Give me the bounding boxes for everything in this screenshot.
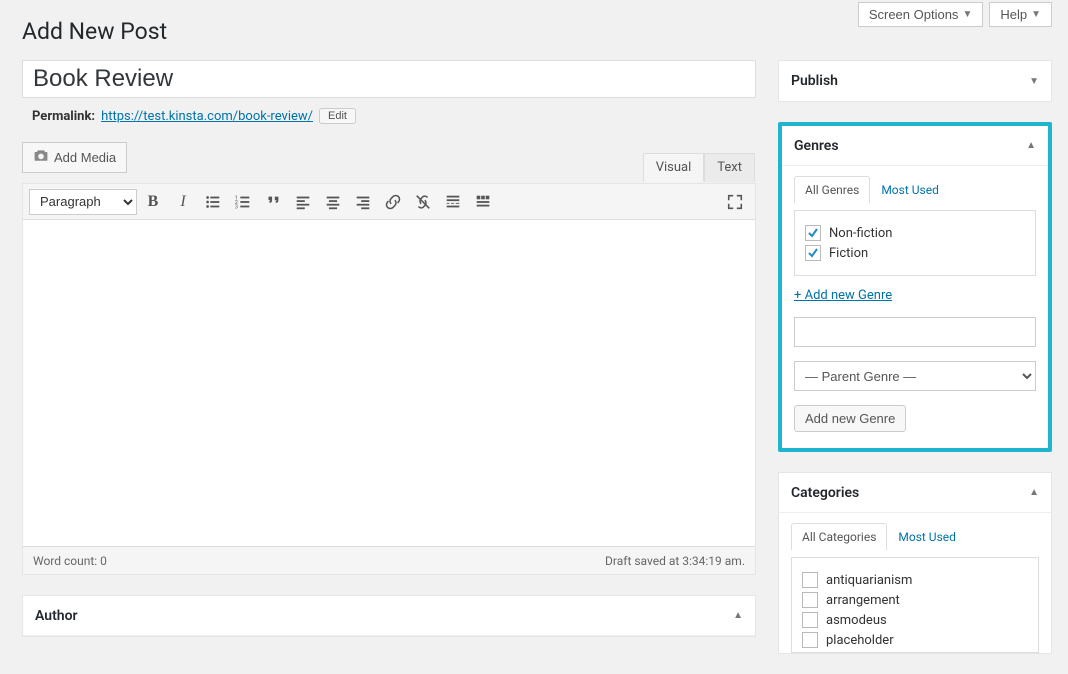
screen-options-label: Screen Options [869, 7, 959, 22]
post-title-input[interactable] [22, 60, 756, 98]
new-genre-input[interactable] [794, 317, 1036, 347]
draft-saved: Draft saved at 3:34:19 am. [605, 554, 745, 568]
permalink-url[interactable]: https://test.kinsta.com/book-review/ [101, 109, 313, 124]
link-button[interactable] [379, 188, 407, 216]
checkbox-empty-icon[interactable] [802, 632, 818, 648]
help-label: Help [1000, 7, 1027, 22]
svg-text:3: 3 [235, 204, 238, 210]
category-item[interactable]: antiquarianism [802, 572, 1028, 588]
screen-options-button[interactable]: Screen Options ▼ [858, 2, 984, 27]
category-label: placeholder [826, 653, 894, 654]
checkbox-empty-icon[interactable] [802, 592, 818, 608]
category-label: placeholder [826, 633, 894, 648]
align-center-button[interactable] [319, 188, 347, 216]
category-label: arrangement [826, 593, 900, 608]
category-item[interactable]: placeholder [802, 632, 1028, 648]
page-title: Add New Post [22, 18, 167, 45]
align-right-button[interactable] [349, 188, 377, 216]
add-media-button[interactable]: Add Media [22, 142, 127, 173]
parent-genre-select[interactable]: — Parent Genre — [794, 361, 1036, 391]
bold-button[interactable]: B [139, 188, 167, 216]
genres-postbox: Genres ▲ All Genres Most Used Non-fictio… [778, 122, 1052, 452]
categories-postbox: Categories ▲ All Categories Most Used an… [778, 472, 1052, 654]
tab-all-categories[interactable]: All Categories [791, 523, 887, 550]
checkbox-empty-icon[interactable] [802, 652, 818, 653]
editor-wrap: Visual Text Paragraph B I 123 [22, 183, 756, 575]
checkbox-empty-icon[interactable] [802, 572, 818, 588]
chevron-down-icon: ▼ [962, 9, 972, 20]
genre-item[interactable]: Non-fiction [805, 225, 1025, 241]
chevron-up-icon[interactable]: ▲ [733, 610, 743, 621]
checkbox-checked-icon[interactable] [805, 225, 821, 241]
category-label: asmodeus [826, 613, 887, 628]
add-new-genre-link[interactable]: + Add new Genre [794, 288, 892, 303]
fullscreen-button[interactable] [721, 188, 749, 216]
genre-label: Non-fiction [829, 226, 892, 241]
read-more-button[interactable] [439, 188, 467, 216]
tab-visual[interactable]: Visual [643, 153, 705, 182]
author-box-title: Author [35, 608, 78, 624]
toolbar-toggle-button[interactable] [469, 188, 497, 216]
edit-permalink-button[interactable]: Edit [319, 108, 356, 124]
chevron-up-icon[interactable]: ▲ [1026, 140, 1036, 151]
tab-most-used-categories[interactable]: Most Used [887, 523, 967, 550]
permalink-row: Permalink: https://test.kinsta.com/book-… [22, 108, 756, 124]
chevron-down-icon: ▼ [1031, 9, 1041, 20]
chevron-up-icon[interactable]: ▲ [1029, 487, 1039, 498]
category-item[interactable]: arrangement [802, 592, 1028, 608]
tab-text[interactable]: Text [704, 153, 755, 182]
tab-most-used-genres[interactable]: Most Used [870, 176, 950, 203]
italic-button[interactable]: I [169, 188, 197, 216]
genre-item[interactable]: Fiction [805, 245, 1025, 261]
word-count: Word count: 0 [33, 554, 107, 568]
add-media-label: Add Media [54, 150, 116, 165]
chevron-down-icon[interactable]: ▼ [1029, 76, 1039, 87]
add-new-genre-button[interactable]: Add new Genre [794, 405, 906, 432]
help-button[interactable]: Help ▼ [989, 2, 1052, 27]
genres-list: Non-fiction Fiction [794, 210, 1036, 276]
toolbar: Paragraph B I 123 [23, 184, 755, 220]
genres-title: Genres [794, 138, 839, 154]
genre-label: Fiction [829, 246, 868, 261]
category-label: antiquarianism [826, 573, 912, 588]
author-postbox: Author ▲ [22, 595, 756, 637]
ordered-list-button[interactable]: 123 [229, 188, 257, 216]
bullet-list-button[interactable] [199, 188, 227, 216]
camera-icon [33, 148, 49, 167]
align-left-button[interactable] [289, 188, 317, 216]
categories-list: antiquarianism arrangement asmodeus plac… [791, 557, 1039, 653]
publish-title: Publish [791, 73, 838, 89]
editor-content-area[interactable] [23, 220, 755, 546]
tab-all-genres[interactable]: All Genres [794, 176, 870, 203]
publish-postbox: Publish ▼ [778, 60, 1052, 102]
format-select[interactable]: Paragraph [29, 189, 137, 215]
blockquote-button[interactable] [259, 188, 287, 216]
category-item[interactable]: placeholder [802, 652, 1028, 653]
checkbox-checked-icon[interactable] [805, 245, 821, 261]
unlink-button[interactable] [409, 188, 437, 216]
categories-title: Categories [791, 485, 859, 501]
editor-statusbar: Word count: 0 Draft saved at 3:34:19 am. [23, 546, 755, 574]
permalink-label: Permalink: [32, 109, 95, 124]
